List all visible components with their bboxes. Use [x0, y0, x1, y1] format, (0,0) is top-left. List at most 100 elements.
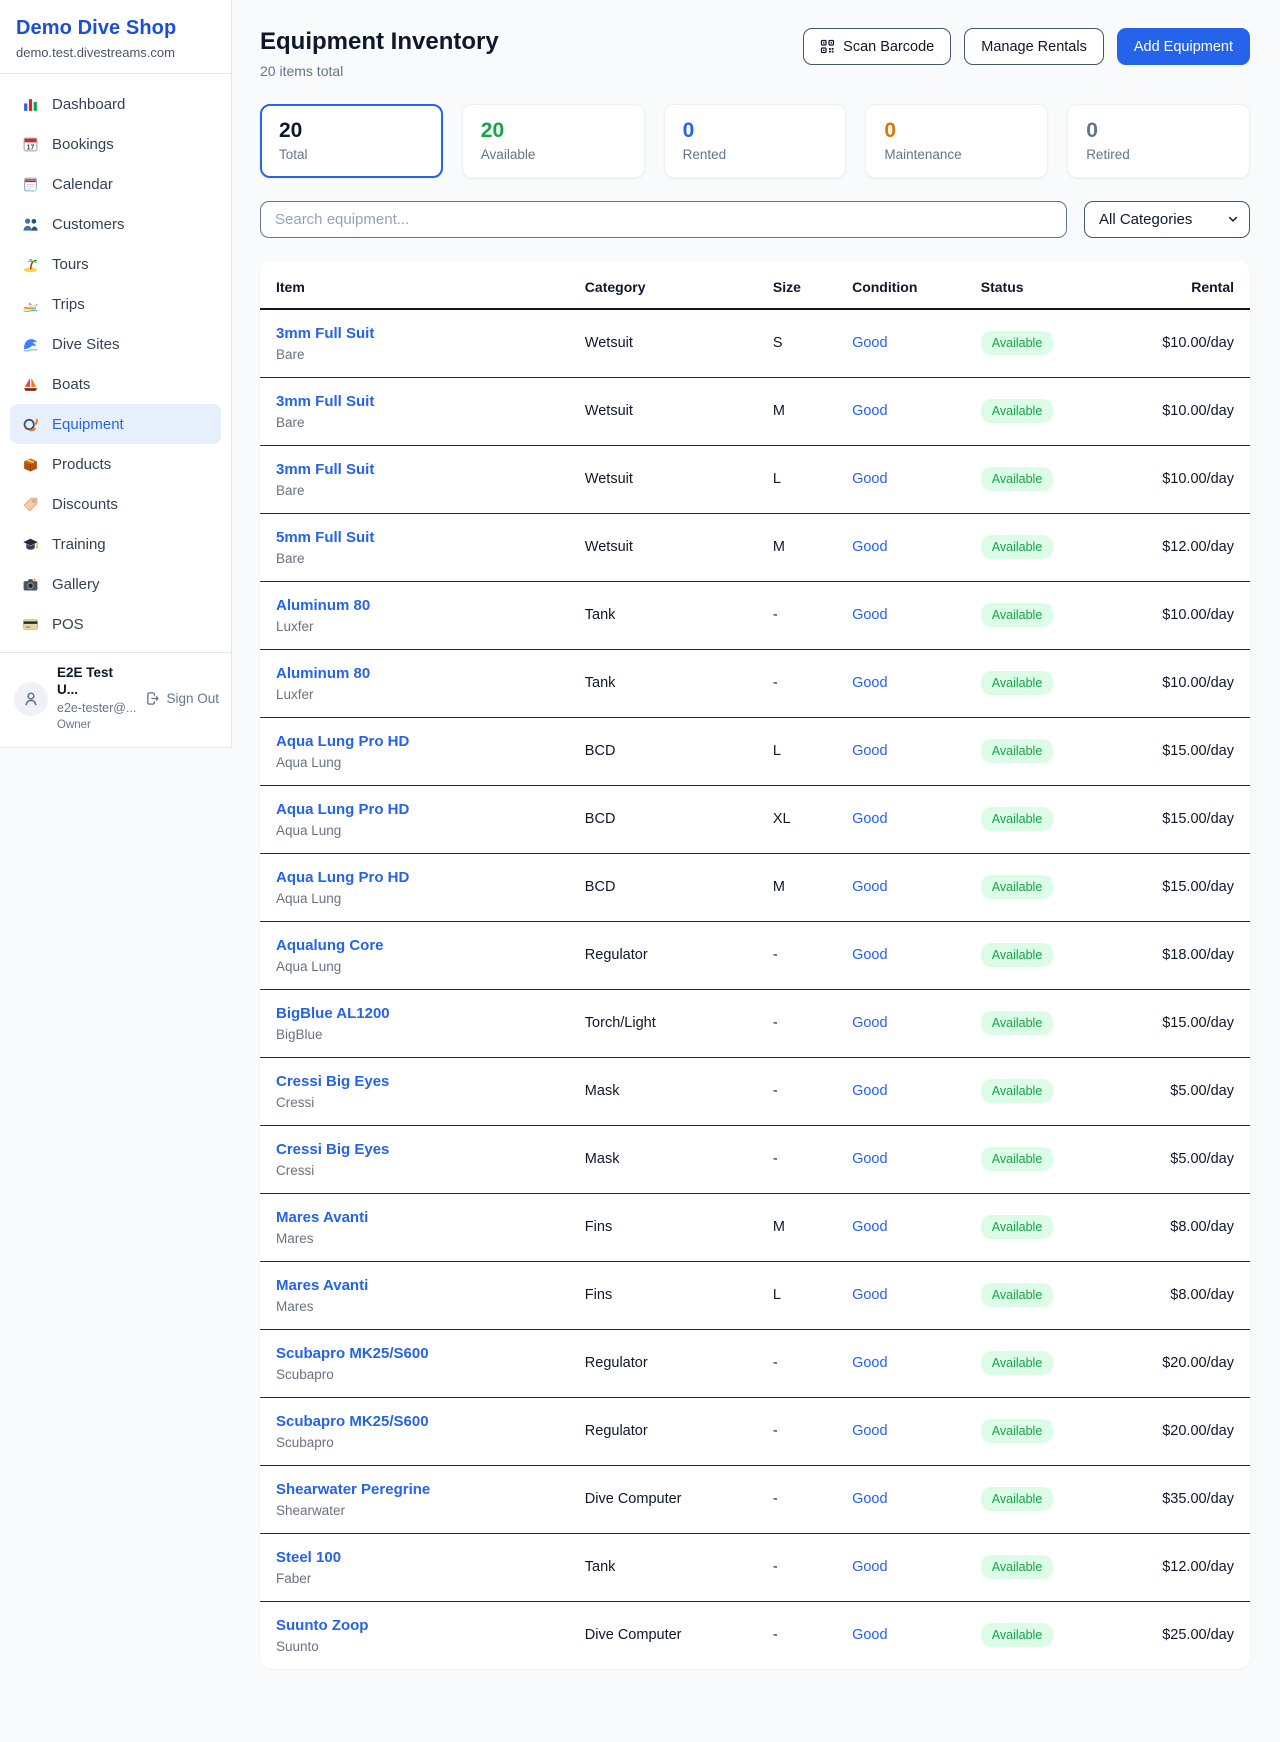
item-name-link[interactable]: Aqua Lung Pro HD [276, 869, 569, 886]
item-name-link[interactable]: Suunto Zoop [276, 1617, 569, 1634]
search-input[interactable] [260, 201, 1067, 238]
table-row[interactable]: Mares Avanti Mares Fins L Good Available… [260, 1261, 1250, 1329]
table-row[interactable]: BigBlue AL1200 BigBlue Torch/Light - Goo… [260, 989, 1250, 1057]
table-row[interactable]: Suunto Zoop Suunto Dive Computer - Good … [260, 1601, 1250, 1669]
tag-icon [21, 495, 39, 513]
condition-link[interactable]: Good [852, 743, 887, 759]
table-row[interactable]: Aluminum 80 Luxfer Tank - Good Available… [260, 649, 1250, 717]
stat-card-maintenance[interactable]: 0 Maintenance [865, 104, 1048, 178]
user-role: Owner [57, 718, 136, 732]
sidebar-item-label: Bookings [52, 136, 114, 153]
item-name-link[interactable]: Scubapro MK25/S600 [276, 1413, 569, 1430]
item-name-link[interactable]: Aqualung Core [276, 937, 569, 954]
sidebar-item-trips[interactable]: Trips [10, 284, 221, 324]
item-name-link[interactable]: Cressi Big Eyes [276, 1141, 569, 1158]
sidebar-item-calendar[interactable]: Calendar [10, 164, 221, 204]
item-name-link[interactable]: Aluminum 80 [276, 665, 569, 682]
condition-link[interactable]: Good [852, 1287, 887, 1303]
item-name-link[interactable]: Steel 100 [276, 1549, 569, 1566]
condition-link[interactable]: Good [852, 1355, 887, 1371]
sidebar-item-dashboard[interactable]: Dashboard [10, 84, 221, 124]
sidebar-item-training[interactable]: Training [10, 524, 221, 564]
table-row[interactable]: Aqua Lung Pro HD Aqua Lung BCD XL Good A… [260, 785, 1250, 853]
status-badge: Available [981, 1011, 1054, 1035]
condition-link[interactable]: Good [852, 607, 887, 623]
condition-link[interactable]: Good [852, 947, 887, 963]
condition-link[interactable]: Good [852, 539, 887, 555]
item-brand: Aqua Lung [276, 755, 569, 770]
item-name-link[interactable]: 3mm Full Suit [276, 325, 569, 342]
sidebar-item-discounts[interactable]: Discounts [10, 484, 221, 524]
item-category: Tank [577, 649, 765, 717]
stat-card-retired[interactable]: 0 Retired [1067, 104, 1250, 178]
condition-link[interactable]: Good [852, 811, 887, 827]
rental-price: $10.00/day [1121, 445, 1250, 513]
table-row[interactable]: 3mm Full Suit Bare Wetsuit S Good Availa… [260, 309, 1250, 377]
stat-card-rented[interactable]: 0 Rented [664, 104, 847, 178]
item-name-link[interactable]: Shearwater Peregrine [276, 1481, 569, 1498]
sidebar-item-products[interactable]: Products [10, 444, 221, 484]
condition-link[interactable]: Good [852, 1219, 887, 1235]
condition-link[interactable]: Good [852, 675, 887, 691]
stat-card-total[interactable]: 20 Total [260, 104, 443, 178]
item-name-link[interactable]: Aqua Lung Pro HD [276, 801, 569, 818]
condition-link[interactable]: Good [852, 335, 887, 351]
table-row[interactable]: Aluminum 80 Luxfer Tank - Good Available… [260, 581, 1250, 649]
sidebar-item-tours[interactable]: Tours [10, 244, 221, 284]
sidebar-item-customers[interactable]: Customers [10, 204, 221, 244]
sidebar-item-bookings[interactable]: 17 Bookings [10, 124, 221, 164]
condition-link[interactable]: Good [852, 1559, 887, 1575]
table-row[interactable]: Aqualung Core Aqua Lung Regulator - Good… [260, 921, 1250, 989]
item-name-link[interactable]: Cressi Big Eyes [276, 1073, 569, 1090]
item-name-link[interactable]: Mares Avanti [276, 1277, 569, 1294]
condition-link[interactable]: Good [852, 403, 887, 419]
item-name-link[interactable]: Mares Avanti [276, 1209, 569, 1226]
manage-rentals-button[interactable]: Manage Rentals [964, 28, 1104, 65]
scan-barcode-button[interactable]: Scan Barcode [803, 28, 951, 65]
sign-out-button[interactable]: Sign Out [145, 691, 219, 706]
stat-card-available[interactable]: 20 Available [462, 104, 645, 178]
table-row[interactable]: Steel 100 Faber Tank - Good Available $1… [260, 1533, 1250, 1601]
item-brand: Bare [276, 551, 569, 566]
item-name-link[interactable]: 3mm Full Suit [276, 393, 569, 410]
table-row[interactable]: Aqua Lung Pro HD Aqua Lung BCD L Good Av… [260, 717, 1250, 785]
item-name-link[interactable]: BigBlue AL1200 [276, 1005, 569, 1022]
sidebar-item-gallery[interactable]: Gallery [10, 564, 221, 604]
item-name-link[interactable]: Aqua Lung Pro HD [276, 733, 569, 750]
table-row[interactable]: Scubapro MK25/S600 Scubapro Regulator - … [260, 1329, 1250, 1397]
item-name-link[interactable]: 5mm Full Suit [276, 529, 569, 546]
item-name-link[interactable]: Aluminum 80 [276, 597, 569, 614]
condition-link[interactable]: Good [852, 471, 887, 487]
table-row[interactable]: 3mm Full Suit Bare Wetsuit M Good Availa… [260, 377, 1250, 445]
condition-link[interactable]: Good [852, 1015, 887, 1031]
sidebar-item-pos[interactable]: POS [10, 604, 221, 644]
sidebar-item-boats[interactable]: Boats [10, 364, 221, 404]
table-row[interactable]: Scubapro MK25/S600 Scubapro Regulator - … [260, 1397, 1250, 1465]
sidebar-item-label: POS [52, 616, 84, 633]
table-row[interactable]: Cressi Big Eyes Cressi Mask - Good Avail… [260, 1057, 1250, 1125]
item-size: M [765, 853, 844, 921]
condition-link[interactable]: Good [852, 1627, 887, 1643]
sign-out-label: Sign Out [166, 691, 219, 706]
table-row[interactable]: 5mm Full Suit Bare Wetsuit M Good Availa… [260, 513, 1250, 581]
sidebar-item-equipment[interactable]: Equipment [10, 404, 221, 444]
table-row[interactable]: 3mm Full Suit Bare Wetsuit L Good Availa… [260, 445, 1250, 513]
item-name-link[interactable]: Scubapro MK25/S600 [276, 1345, 569, 1362]
table-row[interactable]: Cressi Big Eyes Cressi Mask - Good Avail… [260, 1125, 1250, 1193]
dive-mask-icon [21, 415, 39, 433]
table-row[interactable]: Mares Avanti Mares Fins M Good Available… [260, 1193, 1250, 1261]
add-equipment-button[interactable]: Add Equipment [1117, 28, 1250, 65]
column-header-condition: Condition [844, 261, 973, 309]
condition-link[interactable]: Good [852, 1491, 887, 1507]
condition-link[interactable]: Good [852, 879, 887, 895]
item-name-link[interactable]: 3mm Full Suit [276, 461, 569, 478]
sidebar-item-dive-sites[interactable]: Dive Sites [10, 324, 221, 364]
condition-link[interactable]: Good [852, 1151, 887, 1167]
condition-link[interactable]: Good [852, 1423, 887, 1439]
table-row[interactable]: Aqua Lung Pro HD Aqua Lung BCD M Good Av… [260, 853, 1250, 921]
table-row[interactable]: Shearwater Peregrine Shearwater Dive Com… [260, 1465, 1250, 1533]
manage-rentals-label: Manage Rentals [981, 39, 1087, 55]
condition-link[interactable]: Good [852, 1083, 887, 1099]
credit-card-icon [21, 615, 39, 633]
category-select[interactable]: All Categories [1084, 201, 1250, 238]
